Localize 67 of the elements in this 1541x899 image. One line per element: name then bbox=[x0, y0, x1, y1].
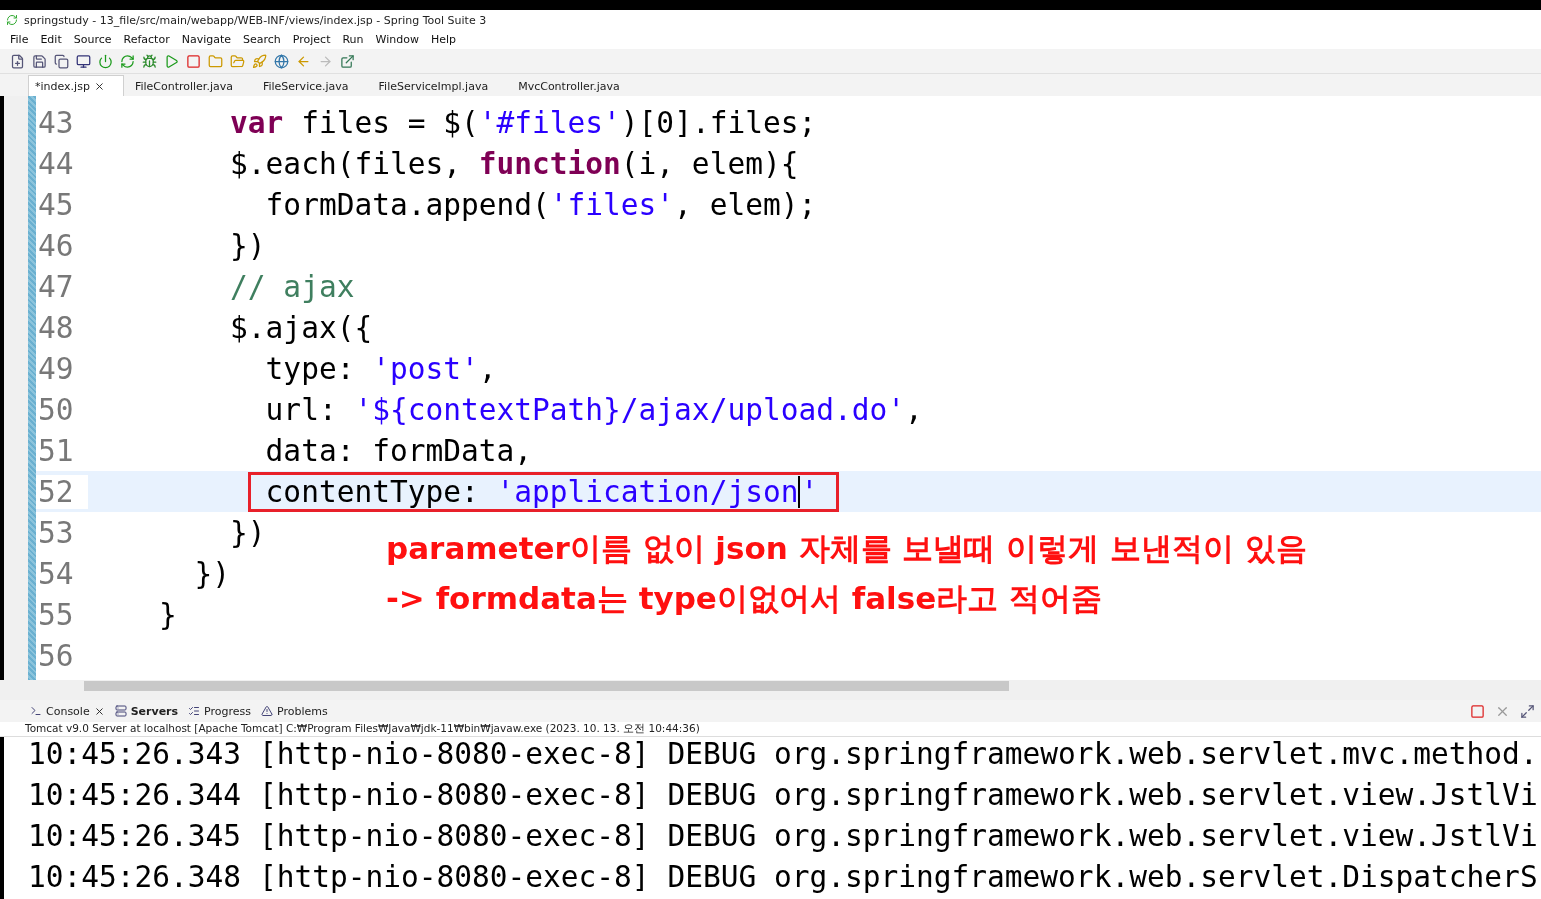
refresh-icon[interactable] bbox=[120, 53, 135, 69]
menu-item[interactable]: Edit bbox=[34, 33, 68, 46]
list-icon bbox=[188, 705, 201, 717]
new-file-icon[interactable] bbox=[10, 53, 25, 69]
scrollbar-thumb[interactable] bbox=[84, 681, 1009, 691]
rocket-icon[interactable] bbox=[252, 53, 267, 69]
folder-icon[interactable] bbox=[208, 53, 223, 69]
console-status: Tomcat v9.0 Server at localhost [Apache Tomcat] C:₩Program Files₩Java₩jdk-11₩bin₩javaw.exe (2023. 10. 13. 오전 10:44:36) bbox=[0, 722, 1541, 737]
back-icon[interactable] bbox=[296, 53, 311, 69]
close-icon[interactable] bbox=[93, 705, 105, 717]
copy-icon[interactable] bbox=[54, 53, 69, 69]
code-line: $.ajax({ bbox=[229, 310, 373, 345]
code-line: url: '${contextPath}/ajax/upload.do', bbox=[264, 392, 923, 427]
editor-tab[interactable]: FileServiceImpl.java bbox=[371, 75, 508, 96]
app-icon bbox=[6, 14, 18, 26]
editor-tab[interactable]: FileService.java bbox=[255, 75, 368, 96]
code-line: // ajax bbox=[229, 269, 355, 304]
save-icon[interactable] bbox=[32, 53, 47, 69]
console-line: 10:45:26.344 [http-nio-8080-exec-8] DEBUG org.springframework.web.servlet.view.JstlVi bbox=[28, 778, 1539, 814]
warning-icon bbox=[261, 705, 274, 717]
stop-icon[interactable] bbox=[186, 53, 201, 69]
code-line: var files = $('#files')[0].files; bbox=[229, 105, 817, 140]
console-line: 10:45:26.345 [http-nio-8080-exec-8] DEBUG org.springframework.web.servlet.view.JstlVi bbox=[28, 819, 1539, 855]
code-line: data: formData, bbox=[264, 433, 532, 468]
code-line: }) bbox=[193, 556, 231, 591]
menu-item[interactable]: Window bbox=[369, 33, 425, 46]
globe-icon[interactable] bbox=[274, 53, 289, 69]
code-line: formData.append('files', elem); bbox=[264, 187, 817, 222]
view-tab[interactable]: Servers bbox=[114, 704, 179, 718]
annotation-text: parameter이름 없이 json 자체를 보낼때 이렇게 보낸적이 있음 bbox=[386, 529, 1307, 568]
menu-item[interactable]: Refactor bbox=[117, 33, 176, 46]
line-number: 52 bbox=[36, 474, 88, 509]
maximize-icon[interactable] bbox=[1520, 703, 1535, 719]
monitor-icon[interactable] bbox=[76, 53, 91, 69]
console-line: 10:45:26.348 [http-nio-8080-exec-8] DEBUG org.springframework.web.servlet.DispatcherS bbox=[28, 860, 1539, 896]
menu-item[interactable]: File bbox=[4, 33, 35, 46]
view-tab[interactable]: Progress bbox=[188, 704, 252, 718]
code-line: }) bbox=[229, 515, 266, 550]
forward-icon[interactable] bbox=[318, 53, 333, 69]
code-line: $.each(files, function(i, elem){ bbox=[229, 146, 799, 181]
text-cursor bbox=[798, 475, 801, 508]
menu-item[interactable]: Run bbox=[336, 33, 370, 46]
code-line: } bbox=[158, 597, 177, 632]
folder-icon[interactable] bbox=[230, 53, 245, 69]
terminal-icon bbox=[30, 705, 42, 717]
stop-icon[interactable] bbox=[1470, 703, 1485, 719]
code-line: }) bbox=[229, 228, 266, 263]
open-perspective-icon[interactable] bbox=[340, 53, 355, 69]
power-icon[interactable] bbox=[98, 53, 113, 69]
menu-item[interactable]: Search bbox=[237, 33, 287, 46]
code-line: type: 'post', bbox=[264, 351, 497, 386]
run-icon[interactable] bbox=[164, 53, 179, 69]
view-tab[interactable]: Console bbox=[30, 704, 105, 718]
view-tab[interactable]: Problems bbox=[261, 704, 328, 718]
menu-item[interactable]: Navigate bbox=[175, 33, 237, 46]
menu-item[interactable]: Source bbox=[67, 33, 118, 46]
bug-icon[interactable] bbox=[142, 53, 157, 69]
close-icon[interactable] bbox=[93, 80, 105, 92]
editor-tab[interactable]: MvcController.java bbox=[511, 75, 639, 96]
editor-tab[interactable]: FileController.java bbox=[127, 75, 252, 96]
window-title: springstudy - 13_file/src/main/webapp/WEB-INF/views/index.jsp - Spring Tool Suite 3 bbox=[24, 13, 487, 27]
editor-tab[interactable]: *index.jsp bbox=[28, 75, 124, 96]
console-line: 10:45:26.343 [http-nio-8080-exec-8] DEBUG org.springframework.web.servlet.mvc.method. bbox=[28, 737, 1539, 773]
menu-item[interactable]: Project bbox=[286, 33, 337, 46]
menu-item[interactable]: Help bbox=[424, 33, 462, 46]
server-icon bbox=[114, 705, 127, 717]
annotation-text: -> formdata는 type이없어서 false라고 적어줌 bbox=[386, 579, 1103, 618]
